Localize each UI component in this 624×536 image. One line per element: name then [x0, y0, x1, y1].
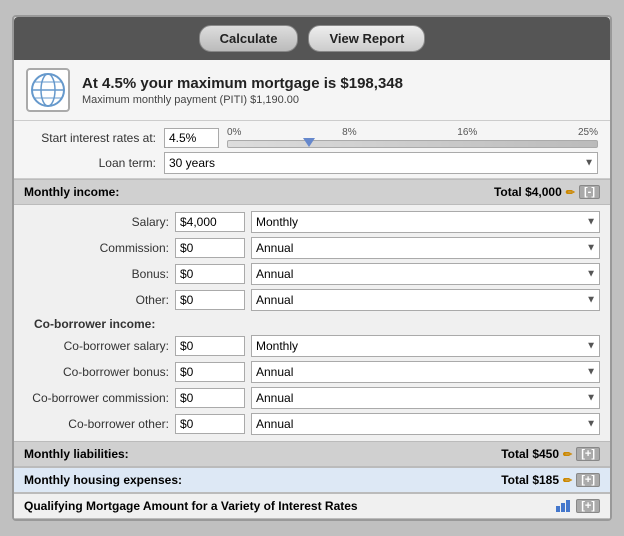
coborrower-bonus-input[interactable]: [175, 362, 245, 382]
other-input[interactable]: [175, 290, 245, 310]
coborrower-salary-input[interactable]: [175, 336, 245, 356]
coborrower-bonus-label: Co-borrower bonus:: [24, 365, 169, 379]
other-label: Other:: [24, 293, 169, 307]
toolbar: Calculate View Report: [14, 17, 610, 60]
coborrower-bonus-row: Co-borrower bonus: MonthlyAnnual ▼: [14, 359, 610, 385]
calculate-button[interactable]: Calculate: [199, 25, 299, 52]
loan-term-label: Loan term:: [26, 156, 156, 170]
coborrower-income-header: Co-borrower income:: [14, 313, 610, 333]
loan-term-row: Loan term: 10 years 15 years 20 years 25…: [26, 152, 598, 174]
loan-term-select[interactable]: 10 years 15 years 20 years 25 years 30 y…: [164, 152, 598, 174]
header-title: At 4.5% your maximum mortgage is $198,34…: [82, 75, 598, 92]
header-section: At 4.5% your maximum mortgage is $198,34…: [14, 60, 610, 121]
monthly-liabilities-edit-icon[interactable]: ✏: [563, 448, 572, 461]
coborrower-commission-input[interactable]: [175, 388, 245, 408]
commission-row: Commission: MonthlyAnnual ▼: [14, 235, 610, 261]
monthly-income-label: Monthly income:: [24, 185, 119, 199]
monthly-liabilities-header: Monthly liabilities: Total $450 ✏ [+]: [14, 441, 610, 467]
coborrower-commission-label: Co-borrower commission:: [24, 391, 169, 405]
interest-rate-label: Start interest rates at:: [26, 131, 156, 145]
other-period-wrapper: MonthlyAnnual ▼: [251, 289, 600, 311]
coborrower-salary-label: Co-borrower salary:: [24, 339, 169, 353]
coborrower-bonus-period-wrapper: MonthlyAnnual ▼: [251, 361, 600, 383]
header-text: At 4.5% your maximum mortgage is $198,34…: [82, 75, 598, 106]
slider-thumb[interactable]: [303, 138, 315, 147]
monthly-liabilities-label: Monthly liabilities:: [24, 447, 129, 461]
tick-0: 0%: [227, 127, 241, 138]
calculator-widget: Calculate View Report At 4.5% your maxim…: [12, 15, 612, 521]
monthly-income-total: Total $4,000: [494, 185, 562, 199]
salary-label: Salary:: [24, 215, 169, 229]
interest-rate-input[interactable]: [164, 128, 219, 148]
commission-period-select[interactable]: MonthlyAnnual: [251, 237, 600, 259]
monthly-housing-collapse-btn[interactable]: [+]: [576, 473, 600, 487]
qualifying-actions: [+]: [556, 499, 600, 513]
qualifying-label: Qualifying Mortgage Amount for a Variety…: [24, 499, 358, 513]
coborrower-salary-period-select[interactable]: MonthlyAnnual: [251, 335, 600, 357]
monthly-income-header: Monthly income: Total $4,000 ✏ [-]: [14, 179, 610, 205]
slider-track-container: 0% 8% 16% 25%: [227, 127, 598, 148]
bonus-label: Bonus:: [24, 267, 169, 281]
commission-period-wrapper: MonthlyAnnual ▼: [251, 237, 600, 259]
qualifying-collapse-btn[interactable]: [+]: [576, 499, 600, 513]
tick-16: 16%: [457, 127, 477, 138]
commission-input[interactable]: [175, 238, 245, 258]
bar-2: [561, 503, 565, 512]
bonus-row: Bonus: MonthlyAnnual ▼: [14, 261, 610, 287]
view-report-button[interactable]: View Report: [308, 25, 425, 52]
monthly-liabilities-total-section: Total $450 ✏ [+]: [501, 447, 600, 461]
logo-icon: [30, 72, 66, 108]
other-row: Other: MonthlyAnnual ▼: [14, 287, 610, 313]
coborrower-other-row: Co-borrower other: MonthlyAnnual ▼: [14, 411, 610, 437]
header-subtitle: Maximum monthly payment (PITI) $1,190.00: [82, 94, 598, 106]
coborrower-commission-period-select[interactable]: MonthlyAnnual: [251, 387, 600, 409]
slider-labels: 0% 8% 16% 25%: [227, 127, 598, 138]
monthly-housing-total: Total $185: [501, 473, 559, 487]
other-period-select[interactable]: MonthlyAnnual: [251, 289, 600, 311]
monthly-income-total-section: Total $4,000 ✏ [-]: [494, 185, 600, 199]
coborrower-other-label: Co-borrower other:: [24, 417, 169, 431]
coborrower-other-input[interactable]: [175, 414, 245, 434]
salary-input[interactable]: [175, 212, 245, 232]
bar-1: [556, 506, 560, 512]
monthly-income-edit-icon[interactable]: ✏: [566, 186, 575, 199]
tick-25: 25%: [578, 127, 598, 138]
coborrower-other-period-wrapper: MonthlyAnnual ▼: [251, 413, 600, 435]
monthly-housing-total-section: Total $185 ✏ [+]: [501, 473, 600, 487]
bonus-period-wrapper: MonthlyAnnual ▼: [251, 263, 600, 285]
loan-term-select-wrapper: 10 years 15 years 20 years 25 years 30 y…: [164, 152, 598, 174]
monthly-housing-edit-icon[interactable]: ✏: [563, 474, 572, 487]
coborrower-commission-period-wrapper: MonthlyAnnual ▼: [251, 387, 600, 409]
salary-period-wrapper: MonthlyAnnual ▼: [251, 211, 600, 233]
coborrower-salary-period-wrapper: MonthlyAnnual ▼: [251, 335, 600, 357]
monthly-liabilities-total: Total $450: [501, 447, 559, 461]
monthly-liabilities-collapse-btn[interactable]: [+]: [576, 447, 600, 461]
commission-label: Commission:: [24, 241, 169, 255]
monthly-housing-header: Monthly housing expenses: Total $185 ✏ […: [14, 467, 610, 493]
salary-row: Salary: MonthlyAnnual ▼: [14, 209, 610, 235]
slider-track[interactable]: [227, 140, 598, 148]
monthly-housing-label: Monthly housing expenses:: [24, 473, 182, 487]
salary-period-select[interactable]: MonthlyAnnual: [251, 211, 600, 233]
slider-section: Start interest rates at: 0% 8% 16% 25% L…: [14, 121, 610, 179]
coborrower-commission-row: Co-borrower commission: MonthlyAnnual ▼: [14, 385, 610, 411]
coborrower-bonus-period-select[interactable]: MonthlyAnnual: [251, 361, 600, 383]
chart-icon: [556, 500, 570, 512]
interest-rate-row: Start interest rates at: 0% 8% 16% 25%: [26, 127, 598, 148]
bonus-input[interactable]: [175, 264, 245, 284]
monthly-income-collapse-btn[interactable]: [-]: [579, 185, 600, 199]
monthly-income-grid: Salary: MonthlyAnnual ▼ Commission: Mont…: [14, 205, 610, 441]
qualifying-bar: Qualifying Mortgage Amount for a Variety…: [14, 493, 610, 519]
coborrower-salary-row: Co-borrower salary: MonthlyAnnual ▼: [14, 333, 610, 359]
logo: [26, 68, 70, 112]
coborrower-other-period-select[interactable]: MonthlyAnnual: [251, 413, 600, 435]
bonus-period-select[interactable]: MonthlyAnnual: [251, 263, 600, 285]
tick-8: 8%: [342, 127, 356, 138]
bar-3: [566, 500, 570, 512]
